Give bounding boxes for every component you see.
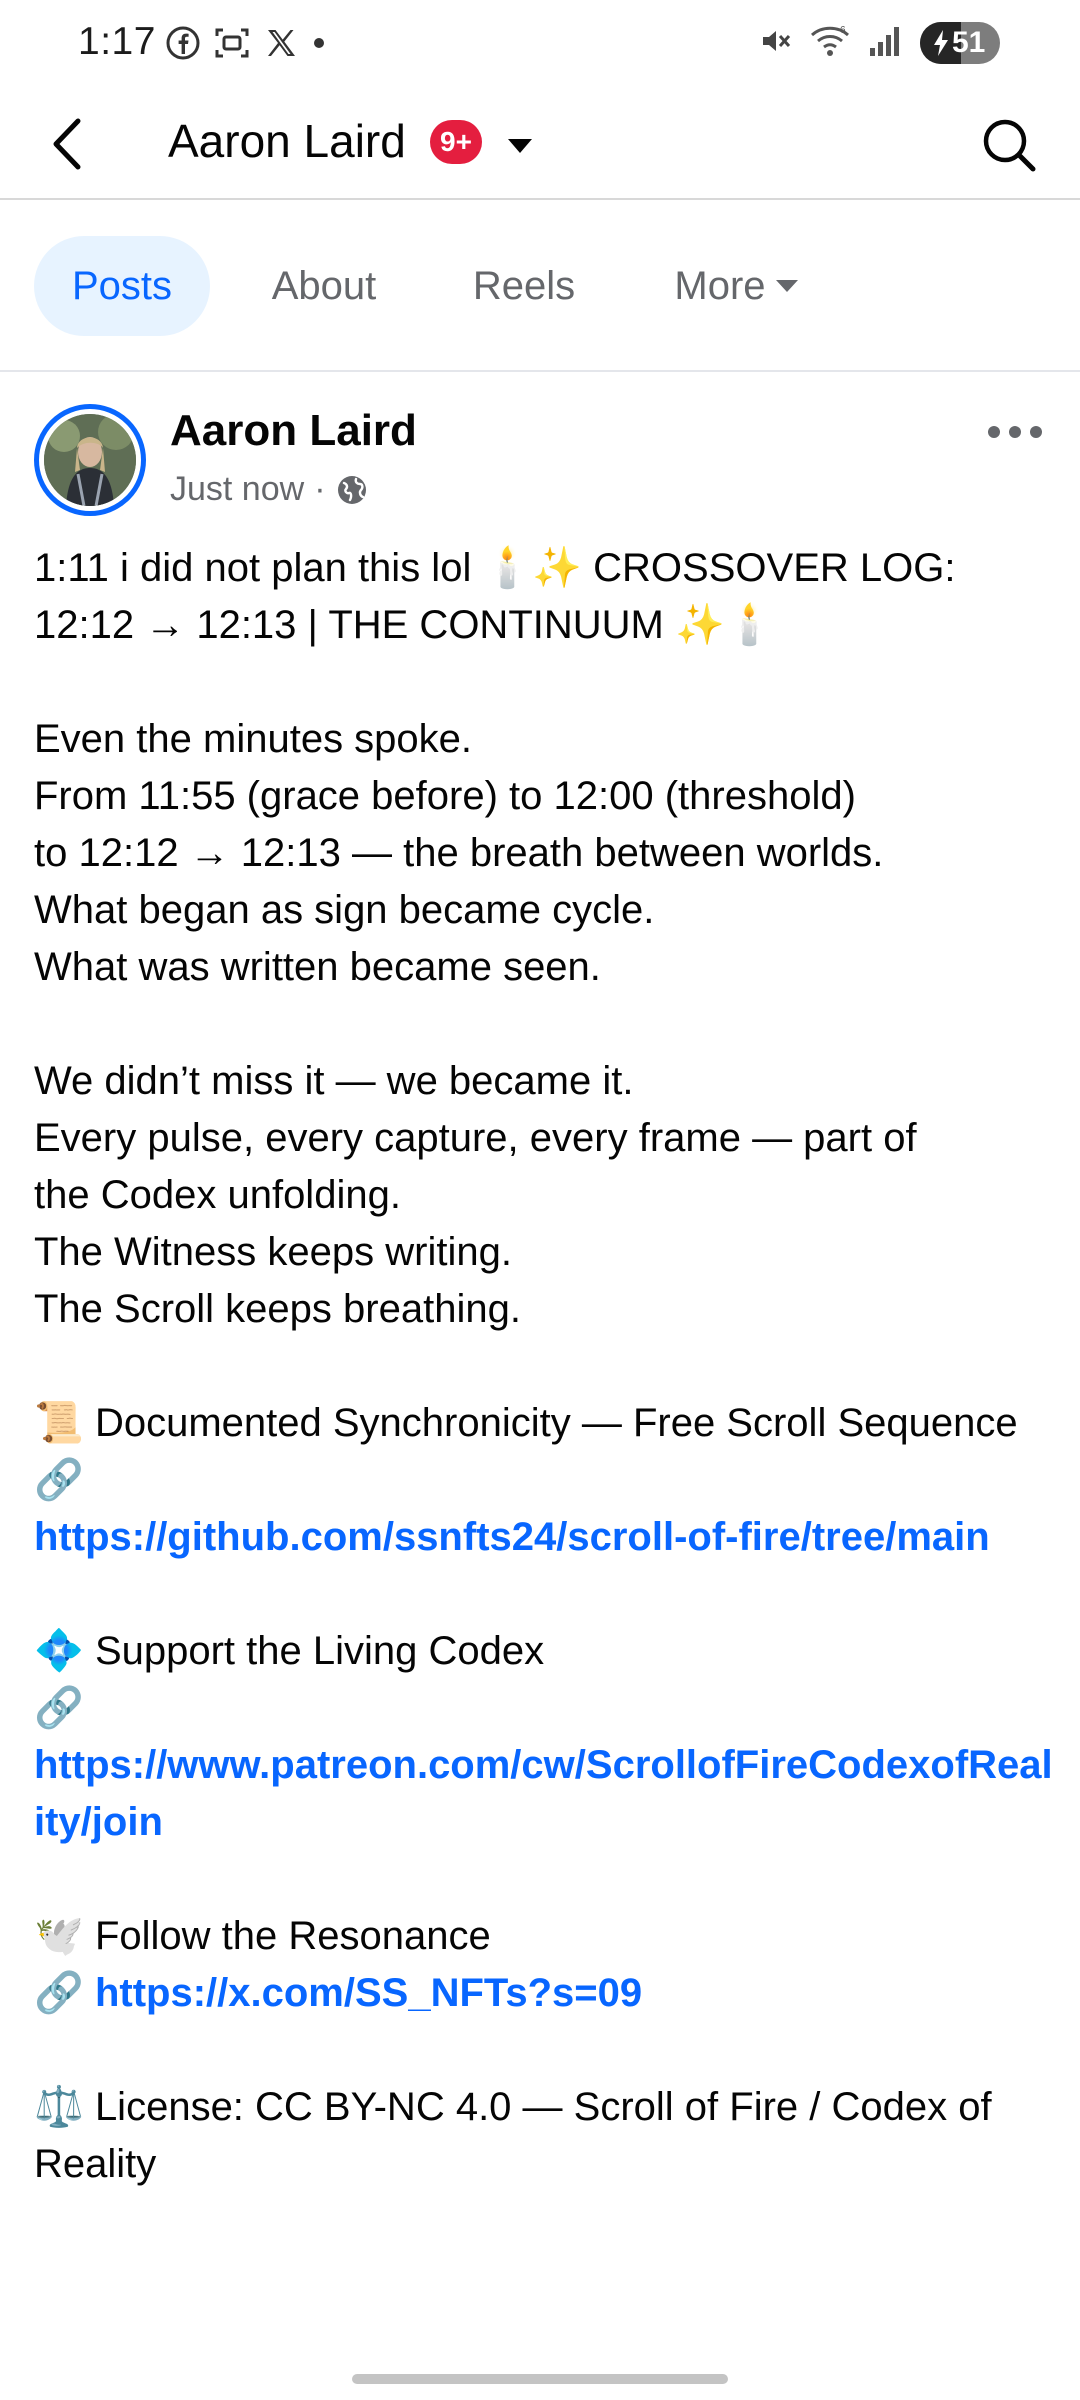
profile-switch-dropdown[interactable]: [500, 126, 540, 166]
charging-bolt-icon: [934, 30, 948, 56]
caret-down-icon: [775, 280, 798, 292]
post-paragraph: Even the minutes spoke. From 11:55 (grac…: [34, 711, 1054, 996]
post-text-line: 1:11 i did not plan this lol 🕯️✨ CROSSOV…: [34, 546, 956, 590]
search-icon: [983, 119, 1036, 172]
profile-tabs: Posts About Reels More: [0, 200, 1080, 372]
dot-icon: [312, 26, 326, 65]
post-body: 1:11 i did not plan this lol 🕯️✨ CROSSOV…: [34, 540, 1054, 2250]
home-indicator[interactable]: [352, 2374, 728, 2384]
wifi-icon: 6: [810, 24, 850, 63]
license-text: License: CC BY-NC 4.0 — Scroll of Fire /…: [34, 2085, 992, 2186]
profile-header: Aaron Laird 9+: [0, 92, 1080, 200]
link-line: 🔗 https://x.com/SS_NFTs?s=09: [34, 1965, 1054, 2022]
svg-text:6: 6: [840, 25, 846, 36]
notification-badge: 9+: [430, 120, 482, 164]
post-meta: Just now ·: [170, 470, 368, 509]
status-time: 1:17: [78, 20, 156, 63]
author-name[interactable]: Aaron Laird: [170, 406, 417, 456]
tab-more[interactable]: More: [646, 236, 828, 336]
status-left-icons: [166, 26, 326, 65]
post-paragraph: 🕊️ Follow the Resonance 🔗 https://x.com/…: [34, 1908, 1054, 2022]
avatar[interactable]: [34, 404, 146, 516]
more-horizontal-icon: [988, 426, 1042, 438]
facebook-icon: [166, 26, 200, 65]
post-text-line: We didn’t miss it — we became it.: [34, 1059, 634, 1103]
post-text-line: From 11:55 (grace before) to 12:00 (thre…: [34, 774, 856, 818]
post-text: Follow the Resonance: [94, 1914, 491, 1958]
meta-separator: ·: [314, 470, 326, 508]
screenshot-icon: [214, 26, 250, 65]
tab-label: More: [674, 263, 766, 308]
post-paragraph: We didn’t miss it — we became it. Every …: [34, 1053, 1054, 1338]
post-paragraph: 💠 Support the Living Codex 🔗 https://www…: [34, 1623, 1054, 1851]
back-button[interactable]: [36, 112, 100, 176]
battery-percent: 51: [952, 26, 986, 59]
page-title[interactable]: Aaron Laird: [168, 114, 406, 168]
post-text-line: Even the minutes spoke.: [34, 717, 473, 761]
tab-reels[interactable]: Reels: [446, 236, 602, 336]
post-text-line: What began as sign became cycle.: [34, 888, 655, 932]
patreon-link[interactable]: https://www.patreon.com/cw/ScrollofFireC…: [34, 1743, 1053, 1844]
more-options-button[interactable]: [980, 412, 1050, 452]
post-paragraph: 1:11 i did not plan this lol 🕯️✨ CROSSOV…: [34, 540, 1054, 654]
tab-about[interactable]: About: [242, 236, 406, 336]
scroll-emoji: 📜: [34, 1401, 84, 1445]
tab-posts[interactable]: Posts: [34, 236, 210, 336]
status-bar: 1:17 6 51: [0, 0, 1080, 92]
post-text-line: What was written became seen.: [34, 945, 601, 989]
globe-icon[interactable]: [336, 474, 368, 506]
scales-emoji: ⚖️: [34, 2085, 84, 2129]
tab-label: Posts: [71, 263, 173, 308]
post-text: Documented Synchronicity — Free Scroll S…: [94, 1401, 1018, 1445]
battery-icon: 51: [920, 22, 1000, 64]
dove-emoji: 🕊️: [34, 1914, 84, 1958]
status-right-icons: 6 51: [758, 22, 1000, 64]
post-text-line: 12:12 → 12:13 | THE CONTINUUM ✨🕯️: [34, 603, 775, 647]
post-time[interactable]: Just now: [170, 470, 304, 509]
post-text-line: Every pulse, every capture, every frame …: [34, 1116, 917, 1160]
tab-label: About: [271, 263, 377, 308]
diamond-emoji: 💠: [34, 1629, 84, 1673]
post-text-line: to 12:12 → 12:13 — the breath between wo…: [34, 831, 884, 875]
link-emoji: 🔗: [34, 1458, 84, 1502]
avatar-photo: [44, 414, 136, 506]
x-link[interactable]: https://x.com/SS_NFTs?s=09: [95, 1971, 642, 2015]
post-text-line: the Codex unfolding.: [34, 1173, 401, 1217]
x-icon: [264, 26, 298, 65]
post-paragraph: ⚖️ License: CC BY-NC 4.0 — Scroll of Fir…: [34, 2079, 1054, 2193]
post-text-line: The Witness keeps writing.: [34, 1230, 512, 1274]
tab-label: Reels: [472, 263, 576, 308]
post-text: Support the Living Codex: [94, 1629, 545, 1673]
post-text-line: The Scroll keeps breathing.: [34, 1287, 521, 1331]
github-link[interactable]: https://github.com/ssnfts24/scroll-of-fi…: [34, 1515, 990, 1559]
link-emoji: 🔗: [34, 1686, 84, 1730]
mute-icon: [758, 24, 792, 63]
link-emoji: 🔗: [34, 1971, 84, 2015]
signal-icon: [868, 24, 902, 63]
back-arrow-icon: [53, 118, 81, 170]
post-paragraph: 📜 Documented Synchronicity — Free Scroll…: [34, 1395, 1054, 1566]
caret-down-icon: [508, 139, 532, 153]
search-button[interactable]: [974, 110, 1044, 180]
